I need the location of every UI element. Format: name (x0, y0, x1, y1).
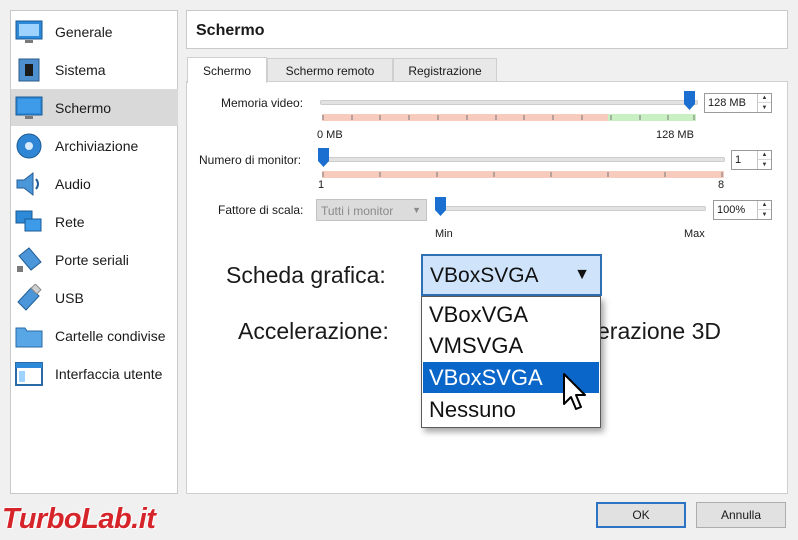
monitor-count-spinbox[interactable]: 1 ▲ ▼ (731, 150, 772, 170)
monitor-count-slider-handle[interactable] (318, 148, 329, 167)
sidebar-item-rete[interactable]: Rete (11, 203, 178, 240)
page-title: Schermo (196, 22, 265, 39)
sidebar-item-label: Sistema (55, 61, 106, 78)
chevron-down-icon: ▼ (574, 266, 590, 283)
sidebar-item-schermo[interactable]: Schermo (11, 89, 178, 126)
graphics-controller-label: Scheda grafica: (226, 262, 386, 288)
sidebar-item-label: Generale (55, 23, 113, 40)
video-memory-label: Memoria video: (221, 96, 304, 110)
scale-factor-value: 100% (717, 204, 746, 216)
chevron-down-icon: ▼ (412, 205, 421, 215)
sidebar-item-label: Schermo (55, 99, 112, 116)
mouse-cursor-icon (563, 373, 586, 410)
monitor-count-scale (322, 171, 724, 178)
video-memory-scale (322, 114, 696, 121)
spin-up-icon[interactable]: ▲ (758, 201, 771, 210)
spin-buttons: ▲ ▼ (757, 94, 771, 112)
sidebar-item-label: Archiviazione (55, 137, 139, 154)
spin-down-icon[interactable]: ▼ (758, 210, 771, 219)
monitor-count-slider[interactable] (320, 157, 725, 162)
video-memory-min-label: 0 MB (317, 129, 343, 141)
scale-factor-slider[interactable] (436, 206, 706, 211)
sidebar-item-label: USB (55, 289, 84, 306)
display-icon (14, 93, 44, 123)
settings-sidebar: Generale Sistema Schermo Archiviazione A… (10, 10, 178, 494)
sidebar-item-sistema[interactable]: Sistema (11, 51, 178, 88)
graphics-controller-select[interactable]: VBoxSVGA ▼ (421, 254, 602, 296)
sidebar-item-cartelle-condivise[interactable]: Cartelle condivise (11, 317, 178, 354)
window-ui-icon (14, 359, 44, 389)
sidebar-item-label: Interfaccia utente (55, 365, 163, 382)
sidebar-item-archiviazione[interactable]: Archiviazione (11, 127, 178, 164)
sidebar-item-usb[interactable]: USB (11, 279, 178, 316)
ok-button[interactable]: OK (596, 502, 686, 528)
folder-icon (14, 321, 44, 351)
scale-monitor-select: Tutti i monitor ▼ (316, 199, 427, 221)
sidebar-item-audio[interactable]: Audio (11, 165, 178, 202)
scale-monitor-select-value: Tutti i monitor (321, 204, 394, 218)
serial-port-icon (14, 245, 44, 275)
chip-icon (14, 55, 44, 85)
acceleration-3d-label: erazione 3D (597, 318, 722, 344)
spin-buttons: ▲ ▼ (757, 201, 771, 219)
option-vboxvga[interactable]: VBoxVGA (423, 299, 599, 330)
scale-factor-min-label: Min (435, 228, 453, 240)
spin-up-icon[interactable]: ▲ (758, 151, 771, 160)
video-memory-slider-handle[interactable] (684, 91, 695, 110)
speaker-icon (14, 169, 44, 199)
tab-schermo[interactable]: Schermo (187, 57, 267, 83)
spin-down-icon[interactable]: ▼ (758, 160, 771, 169)
monitor-count-max-label: 8 (718, 179, 725, 191)
sidebar-item-label: Porte seriali (55, 251, 129, 268)
video-memory-spinbox[interactable]: 128 MB ▲ ▼ (704, 93, 772, 113)
video-memory-value: 128 MB (708, 97, 746, 109)
tab-schermo-remoto[interactable]: Schermo remoto (267, 58, 393, 82)
acceleration-label: Accelerazione: (238, 318, 389, 344)
video-memory-slider[interactable] (320, 100, 698, 105)
page-header: Schermo (186, 10, 788, 49)
spin-up-icon[interactable]: ▲ (758, 94, 771, 103)
usb-icon (14, 283, 44, 313)
sidebar-item-label: Rete (55, 213, 85, 230)
monitor-general-icon (14, 17, 44, 47)
scale-factor-spinbox[interactable]: 100% ▲ ▼ (713, 200, 772, 220)
monitor-count-value: 1 (735, 154, 742, 166)
scale-factor-label: Fattore di scala: (218, 203, 304, 217)
monitor-count-label: Numero di monitor: (199, 153, 302, 167)
scale-factor-max-label: Max (684, 228, 705, 240)
scale-factor-slider-handle[interactable] (435, 197, 446, 216)
sidebar-item-porte-seriali[interactable]: Porte seriali (11, 241, 178, 278)
graphics-controller-value: VBoxSVGA (430, 264, 539, 287)
sidebar-item-interfaccia-utente[interactable]: Interfaccia utente (11, 355, 178, 392)
tab-registrazione[interactable]: Registrazione (393, 58, 497, 82)
disk-icon (14, 131, 44, 161)
spin-buttons: ▲ ▼ (757, 151, 771, 169)
option-vmsvga[interactable]: VMSVGA (423, 330, 599, 361)
video-memory-max-label: 128 MB (656, 129, 694, 141)
sidebar-item-label: Cartelle condivise (55, 327, 166, 344)
network-icon (14, 207, 44, 237)
cancel-button[interactable]: Annulla (696, 502, 786, 528)
spin-down-icon[interactable]: ▼ (758, 103, 771, 112)
sidebar-item-generale[interactable]: Generale (11, 13, 178, 50)
watermark-logo: TurboLab.it (2, 503, 156, 535)
sidebar-item-label: Audio (55, 175, 91, 192)
monitor-count-min-label: 1 (318, 179, 325, 191)
